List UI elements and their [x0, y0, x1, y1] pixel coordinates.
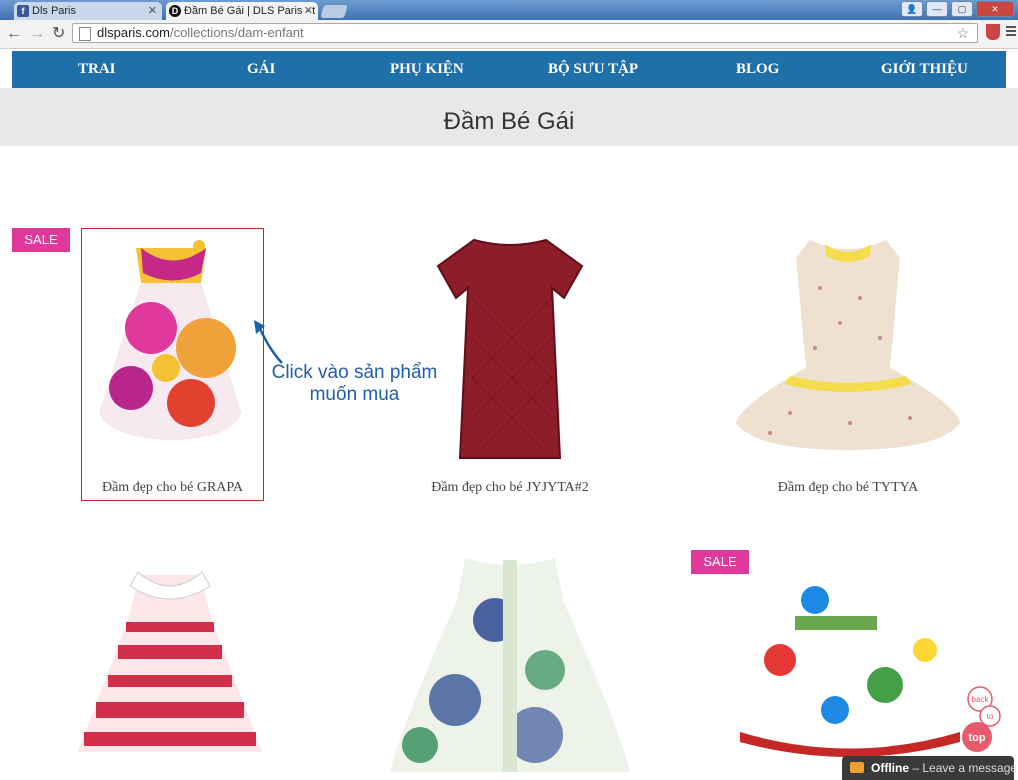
- product-image[interactable]: [385, 550, 635, 775]
- page-title: Đầm Bé Gái: [443, 108, 575, 135]
- window-controls: 👤 — ▢ ✕: [901, 1, 1014, 17]
- forward-arrow-icon[interactable]: →: [29, 24, 45, 44]
- back-to-top-button[interactable]: back to top: [950, 685, 1010, 755]
- url-path: /collections/dam-enfant: [169, 25, 304, 40]
- chat-status: Offline: [871, 761, 909, 775]
- product-card[interactable]: Đầm đẹp cho bé TYTYA: [730, 228, 966, 501]
- maximize-icon[interactable]: ▢: [951, 1, 973, 17]
- chat-message: Leave a message: [922, 761, 1018, 775]
- page-icon: [79, 27, 91, 41]
- close-window-icon[interactable]: ✕: [976, 1, 1014, 17]
- annotation-arrow-icon: [254, 320, 283, 364]
- mail-icon: [850, 762, 864, 773]
- product-card[interactable]: [385, 550, 635, 775]
- profile-icon[interactable]: 👤: [901, 1, 923, 17]
- back-arrow-icon[interactable]: ←: [6, 24, 22, 44]
- bookmark-star-icon[interactable]: ☆: [956, 24, 969, 42]
- dls-icon: D: [169, 5, 181, 17]
- product-image[interactable]: [70, 560, 270, 760]
- top-label: top: [968, 732, 985, 744]
- address-bar[interactable]: dlsparis.com/collections/dam-enfant ☆: [72, 23, 978, 43]
- nav-item-bo-suu-tap[interactable]: BỘ SƯU TẬP: [548, 51, 638, 88]
- product-image[interactable]: [735, 560, 965, 760]
- product-image[interactable]: [412, 228, 608, 463]
- nav-item-trai[interactable]: TRAI: [78, 51, 116, 88]
- product-image[interactable]: [81, 228, 264, 458]
- product-card[interactable]: Đầm đẹp cho bé JYJYTA#2: [412, 228, 608, 501]
- page-header: Đầm Bé Gái: [0, 88, 1018, 146]
- chat-widget[interactable]: Offline – Leave a message: [842, 756, 1018, 780]
- minimize-icon[interactable]: —: [926, 1, 948, 17]
- nav-item-blog[interactable]: BLOG: [736, 51, 779, 88]
- product-card[interactable]: [735, 560, 965, 775]
- browser-tab-bar: f Dls Paris ✕ D Đầm Bé Gái | DLS Paris -…: [0, 0, 1018, 20]
- product-card[interactable]: [70, 560, 270, 775]
- product-title[interactable]: Đầm đẹp cho bé JYJYTA#2: [412, 480, 608, 496]
- tab-title: Đầm Bé Gái | DLS Paris - t: [184, 5, 316, 17]
- nav-item-gioi-thieu[interactable]: GIỚI THIỆU: [881, 51, 968, 88]
- tab-title: Dls Paris: [32, 5, 77, 17]
- product-image[interactable]: [730, 228, 966, 458]
- product-title[interactable]: Đầm đẹp cho bé GRAPA: [81, 480, 264, 496]
- chat-text: Offline – Leave a message: [871, 761, 1018, 775]
- facebook-icon: f: [17, 5, 29, 17]
- address-toolbar: ← → ↻ dlsparis.com/collections/dam-enfan…: [0, 20, 1018, 49]
- back-label: back: [972, 695, 990, 704]
- reload-icon[interactable]: ↻: [52, 24, 65, 44]
- new-tab-button[interactable]: [320, 5, 348, 18]
- browser-tab[interactable]: f Dls Paris ✕: [14, 2, 162, 20]
- product-card[interactable]: Đầm đẹp cho bé GRAPA: [81, 228, 264, 501]
- url-host: dlsparis.com: [97, 25, 170, 40]
- nav-item-phu-kien[interactable]: PHỤ KIỆN: [390, 51, 464, 88]
- extension-shield-icon[interactable]: [986, 24, 1000, 40]
- site-nav: TRAI GÁI PHỤ KIỆN BỘ SƯU TẬP BLOG GIỚI T…: [12, 51, 1006, 88]
- browser-tab-active[interactable]: D Đầm Bé Gái | DLS Paris - t ✕: [166, 2, 318, 20]
- menu-icon[interactable]: [1006, 26, 1016, 38]
- close-tab-icon[interactable]: ✕: [148, 2, 157, 20]
- product-title[interactable]: Đầm đẹp cho bé TYTYA: [730, 480, 966, 496]
- to-label: to: [987, 712, 994, 721]
- close-tab-icon[interactable]: ✕: [304, 2, 313, 20]
- nav-item-gai[interactable]: GÁI: [247, 51, 275, 88]
- sale-badge: SALE: [12, 228, 70, 252]
